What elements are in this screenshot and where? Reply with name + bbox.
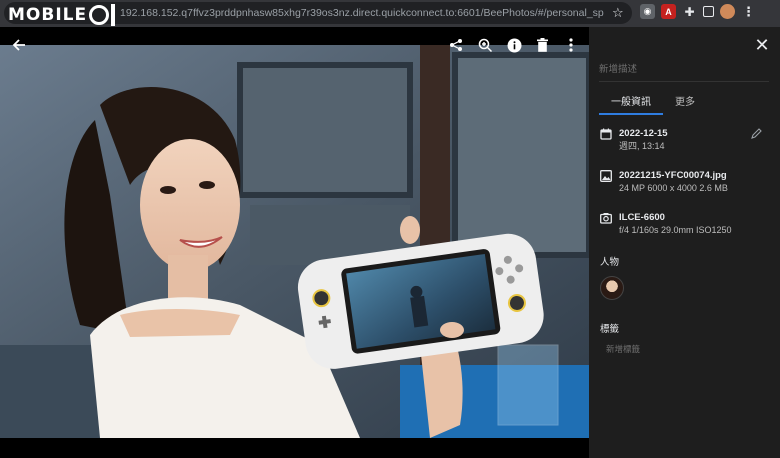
tab-general-info[interactable]: 一般資訊 [599,93,663,115]
info-panel: ✕ 新增描述 一般資訊 更多 2022-12-15 週四, 13:14 2022… [589,27,780,458]
description-input[interactable]: 新增描述 [599,61,769,82]
delete-icon[interactable] [533,36,551,54]
person-avatar[interactable] [600,276,624,300]
file-row: 20221215-YFC00074.jpg 24 MP 6000 x 4000 … [600,169,770,195]
date-row: 2022-12-15 週四, 13:14 [600,127,770,153]
image-file-icon [600,170,612,182]
url-text[interactable]: 192.168.152.q7ffvz3prddpnhasw85xhg7r39os… [120,7,604,19]
mobile01-watermark-logo: MOBILE [8,4,116,26]
exposure-details: f/4 1/160s 29.0mm ISO1250 [619,225,732,235]
star-icon[interactable]: ☆ [612,5,624,21]
tags-label: 標籤 [600,324,620,335]
viewer-toolbar [0,27,589,63]
camera-row: ILCE-6600 f/4 1/160s 29.0mm ISO1250 [600,211,770,237]
camera-icon [600,213,612,224]
add-tag-input[interactable]: 新增標籤 [606,343,640,355]
file-name: 20221215-YFC00074.jpg [619,170,727,181]
photo-image [0,45,589,438]
browser-toolbar: 192.168.152.q7ffvz3prddpnhasw85xhg7r39os… [0,0,780,27]
camera-model: ILCE-6600 [619,212,665,223]
more-vertical-icon[interactable] [562,36,580,54]
side-panel-icon[interactable] [703,6,714,17]
zoom-in-icon[interactable] [476,36,494,54]
back-arrow-icon[interactable] [10,36,28,54]
logo-01-mark [89,4,116,26]
info-icon[interactable] [505,36,523,54]
info-tabs: 一般資訊 更多 [599,93,769,115]
tab-more[interactable]: 更多 [663,93,707,115]
photo-viewer [0,27,589,458]
close-icon[interactable]: ✕ [753,36,771,54]
browser-menu-icon[interactable]: ⋮ [741,4,756,19]
share-icon[interactable] [447,36,465,54]
calendar-icon [600,128,612,140]
profile-avatar[interactable] [720,4,735,19]
edit-date-icon[interactable] [750,127,762,139]
date-value: 2022-12-15 [619,128,668,139]
pdf-extension-icon[interactable]: A [661,4,676,19]
puzzle-extensions-icon[interactable]: ✚ [682,4,697,19]
extension-icon[interactable]: ◉ [640,4,655,19]
logo-text: MOBILE [8,5,88,25]
file-details: 24 MP 6000 x 4000 2.6 MB [619,183,728,193]
weekday-time: 週四, 13:14 [619,141,665,151]
people-label: 人物 [600,257,620,268]
